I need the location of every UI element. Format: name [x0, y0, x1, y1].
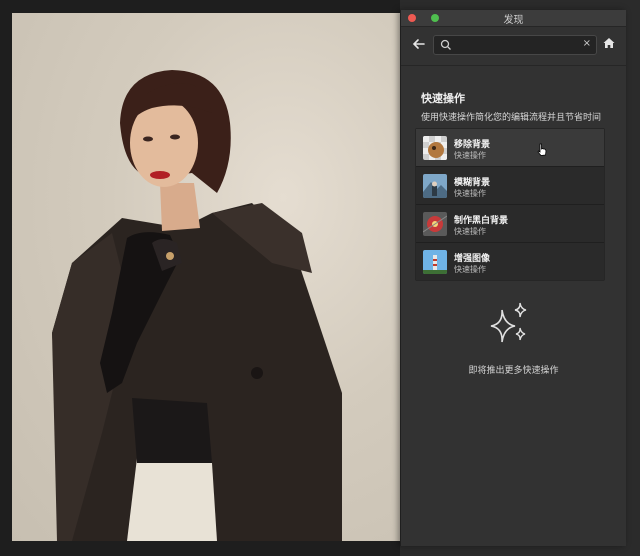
clear-search-icon[interactable]: ×	[583, 38, 591, 49]
panel-nav-row: ×	[401, 27, 626, 59]
quick-actions-list: 移除背景 快速操作 模糊背景 快速操作 制作黑白背景 快速操作 增强图像 快速操…	[415, 128, 605, 281]
action-sublabel: 快速操作	[454, 151, 486, 160]
action-black-white-background[interactable]: 制作黑白背景 快速操作	[416, 205, 604, 243]
discover-panel: 发现 × 快速操作 使用快速操作简化您的编辑流程并且节省时间 移除背景 快速操作…	[400, 10, 626, 546]
action-label: 增强图像	[454, 254, 491, 264]
action-sublabel: 快速操作	[454, 227, 486, 236]
action-remove-background[interactable]: 移除背景 快速操作	[416, 129, 604, 167]
panel-titlebar: 发现	[401, 10, 626, 27]
back-button[interactable]	[411, 37, 427, 51]
nav-divider	[401, 65, 626, 66]
home-icon[interactable]	[602, 36, 616, 50]
flower-thumbnail-icon	[423, 212, 447, 236]
search-icon	[440, 39, 451, 50]
action-enhance-image[interactable]: 增强图像 快速操作	[416, 243, 604, 280]
section-description: 使用快速操作简化您的编辑流程并且节省时间	[421, 113, 602, 123]
action-sublabel: 快速操作	[454, 189, 486, 198]
portrait-illustration	[52, 70, 342, 541]
search-field[interactable]: ×	[433, 35, 597, 55]
action-sublabel: 快速操作	[454, 265, 486, 274]
lighthouse-thumbnail-icon	[423, 250, 447, 274]
dog-thumbnail-icon	[423, 136, 447, 160]
arrow-left-icon	[412, 39, 425, 49]
hand-cursor-icon	[537, 143, 547, 156]
action-label: 移除背景	[454, 140, 491, 150]
action-blur-background[interactable]: 模糊背景 快速操作	[416, 167, 604, 205]
image-canvas[interactable]	[0, 0, 400, 556]
action-label: 制作黑白背景	[454, 216, 509, 226]
coming-soon-text: 即将推出更多快速操作	[468, 366, 559, 376]
mountain-thumbnail-icon	[423, 174, 447, 198]
action-label: 模糊背景	[454, 178, 491, 188]
section-title: 快速操作	[421, 92, 465, 105]
search-input[interactable]	[456, 37, 580, 53]
sparkle-icon	[490, 302, 527, 343]
portrait-photo[interactable]	[12, 13, 400, 541]
panel-title: 发现	[503, 15, 524, 26]
